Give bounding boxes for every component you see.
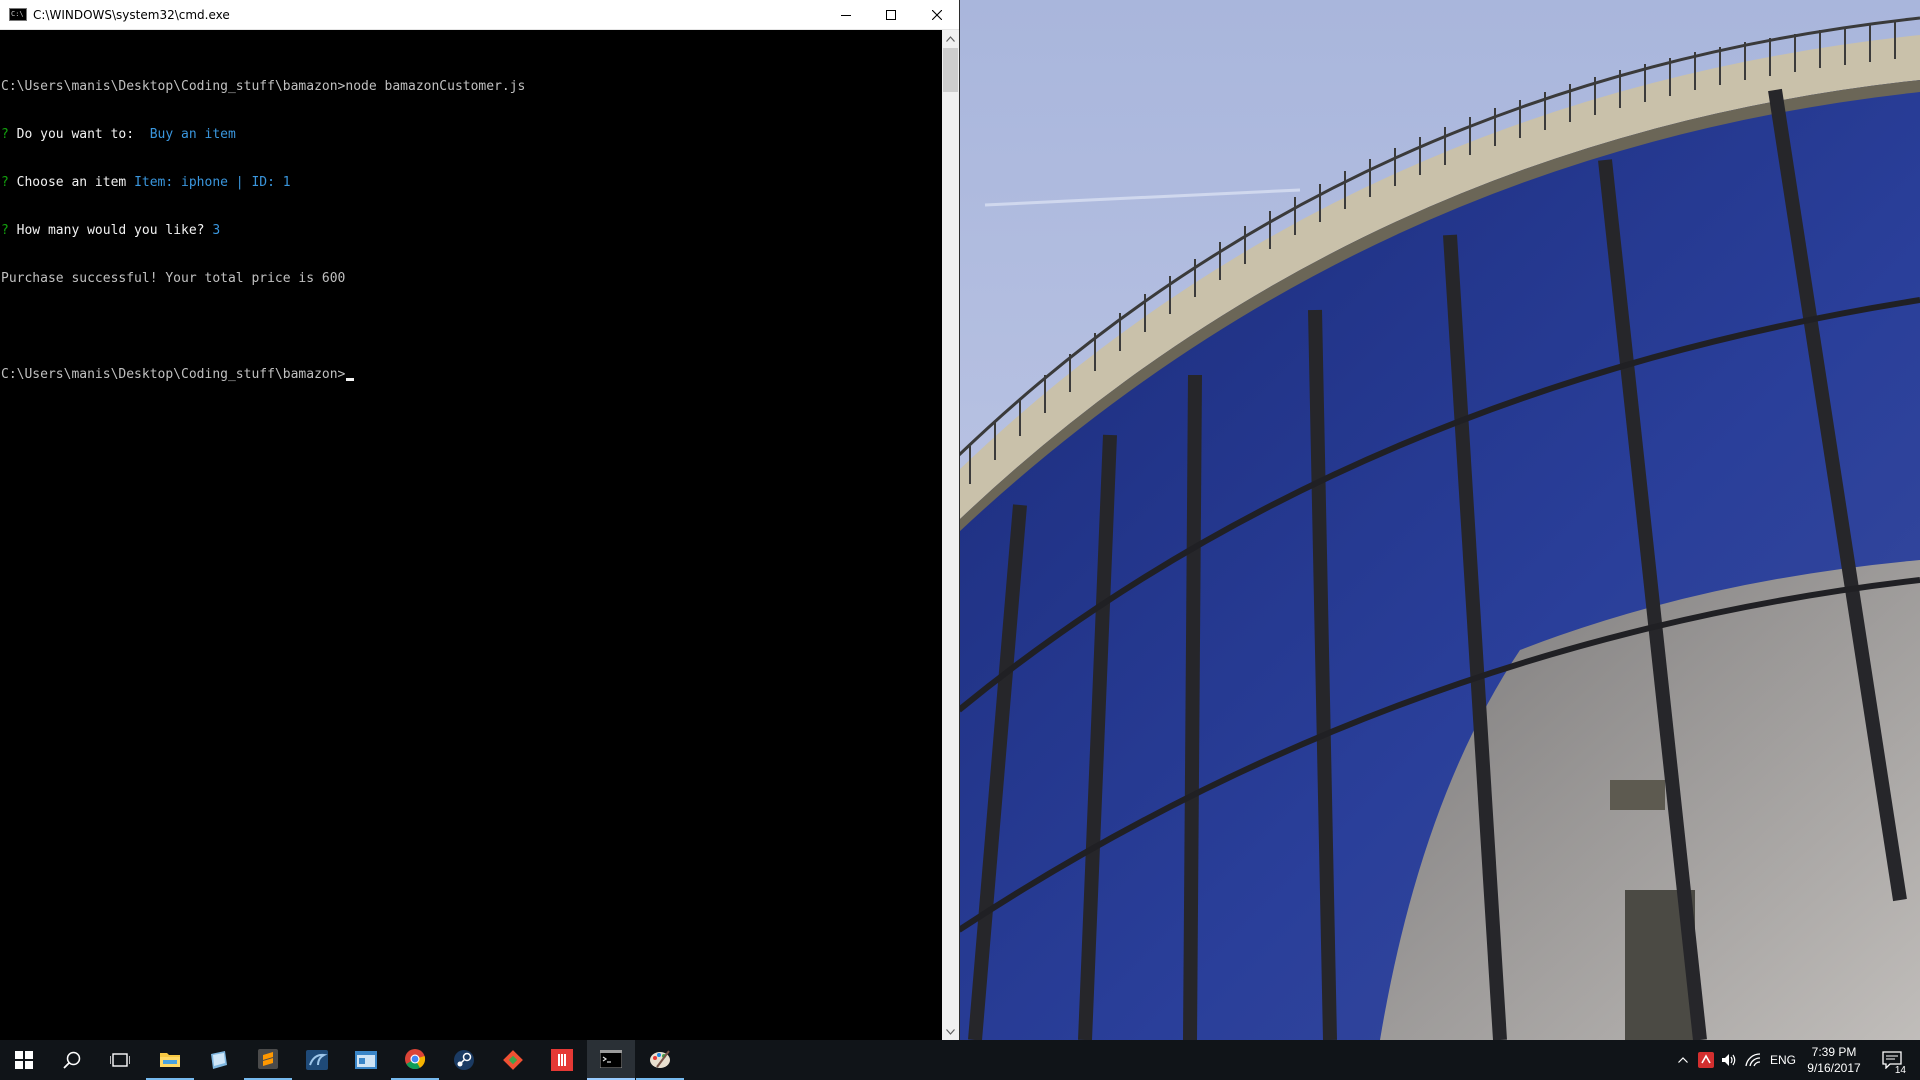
question-mark: ? bbox=[1, 175, 9, 190]
red-app-icon bbox=[551, 1049, 573, 1071]
taskbar-app-window[interactable] bbox=[342, 1040, 390, 1080]
taskbar-git[interactable] bbox=[489, 1040, 537, 1080]
taskbar-app-red[interactable] bbox=[538, 1040, 586, 1080]
question-answer: Item: iphone | ID: 1 bbox=[134, 175, 291, 190]
taskbar-app-paint[interactable] bbox=[636, 1040, 684, 1080]
scroll-up-button[interactable] bbox=[942, 30, 959, 47]
question-answer: Buy an item bbox=[141, 127, 236, 142]
taskbar-file-explorer[interactable] bbox=[146, 1040, 194, 1080]
palette-icon bbox=[650, 1050, 670, 1068]
task-view-button[interactable] bbox=[96, 1040, 144, 1080]
steam-icon bbox=[454, 1050, 474, 1070]
taskbar-mysql-workbench[interactable] bbox=[293, 1040, 341, 1080]
chevron-up-icon bbox=[946, 35, 955, 42]
cmd-icon bbox=[600, 1050, 622, 1068]
folder-icon bbox=[160, 1053, 180, 1067]
start-button[interactable] bbox=[0, 1040, 48, 1080]
sublime-icon bbox=[258, 1049, 278, 1069]
action-center-button[interactable]: 14 bbox=[1872, 1040, 1912, 1080]
notification-count: 14 bbox=[1894, 1065, 1906, 1076]
chevron-up-icon bbox=[1678, 1057, 1688, 1063]
console-line: Purchase successful! Your total price is… bbox=[0, 271, 942, 287]
cmd-icon: C:\ bbox=[9, 8, 27, 21]
result-text: Purchase successful! Your total price is… bbox=[1, 271, 346, 286]
scroll-down-button[interactable] bbox=[942, 1023, 959, 1040]
maximize-button[interactable] bbox=[868, 0, 913, 30]
network-button[interactable] bbox=[1742, 1040, 1764, 1080]
question-label: How many would you like? bbox=[16, 223, 213, 238]
chevron-down-icon bbox=[946, 1028, 955, 1035]
wifi-icon bbox=[1745, 1053, 1761, 1067]
clock[interactable]: 7:39 PM 9/16/2017 bbox=[1800, 1040, 1868, 1080]
console-line: C:\Users\manis\Desktop\Coding_stuff\bama… bbox=[0, 367, 942, 383]
git-icon bbox=[503, 1050, 523, 1070]
question-mark: ? bbox=[1, 127, 9, 142]
final-prompt: C:\Users\manis\Desktop\Coding_stuff\bama… bbox=[1, 367, 346, 382]
dolphin-icon bbox=[306, 1050, 328, 1070]
language-indicator[interactable]: ENG bbox=[1766, 1040, 1800, 1080]
search-icon bbox=[63, 1051, 81, 1069]
taskbar: ENG 7:39 PM 9/16/2017 14 bbox=[0, 1040, 1920, 1080]
console-line: ? Choose an item Item: iphone | ID: 1 bbox=[0, 175, 942, 191]
taskbar-app-notebook[interactable] bbox=[195, 1040, 243, 1080]
maximize-icon bbox=[885, 10, 896, 20]
window-title: C:\WINDOWS\system32\cmd.exe bbox=[33, 7, 230, 22]
console-output[interactable]: C:\Users\manis\Desktop\Coding_stuff\bama… bbox=[0, 30, 942, 1040]
clock-time: 7:39 PM bbox=[1811, 1045, 1857, 1059]
shield-alert-icon bbox=[1698, 1052, 1714, 1068]
console-line: ? Do you want to: Buy an item bbox=[0, 127, 942, 143]
windows-logo-icon bbox=[15, 1051, 33, 1069]
speaker-icon bbox=[1722, 1054, 1736, 1066]
close-button[interactable] bbox=[914, 0, 959, 30]
vertical-scrollbar[interactable] bbox=[942, 30, 959, 1040]
minimize-button[interactable] bbox=[823, 0, 868, 30]
taskbar-command-prompt[interactable] bbox=[587, 1040, 635, 1080]
question-answer: 3 bbox=[212, 223, 221, 238]
question-label: Choose an item bbox=[16, 175, 135, 190]
chrome-icon bbox=[405, 1049, 426, 1070]
question-label: Do you want to: bbox=[16, 127, 142, 142]
taskbar-chrome[interactable] bbox=[391, 1040, 439, 1080]
taskbar-steam[interactable] bbox=[440, 1040, 488, 1080]
console-line: ? How many would you like? 3 bbox=[0, 223, 942, 239]
command-text: node bamazonCustomer.js bbox=[345, 79, 526, 94]
cmd-window[interactable]: C:\ C:\WINDOWS\system32\cmd.exe C:\Users… bbox=[0, 0, 960, 1040]
clock-date: 9/16/2017 bbox=[1807, 1061, 1861, 1075]
taskbar-sublime-text[interactable] bbox=[244, 1040, 292, 1080]
close-icon bbox=[931, 10, 942, 20]
console-line: C:\Users\manis\Desktop\Coding_stuff\bama… bbox=[0, 79, 942, 95]
title-bar[interactable]: C:\ C:\WINDOWS\system32\cmd.exe bbox=[0, 0, 959, 30]
prompt-path: C:\Users\manis\Desktop\Coding_stuff\bama… bbox=[1, 79, 346, 94]
minimize-icon bbox=[840, 15, 851, 16]
window-app-icon bbox=[355, 1051, 377, 1069]
search-button[interactable] bbox=[48, 1040, 96, 1080]
tray-security-app[interactable] bbox=[1696, 1040, 1716, 1080]
notebook-icon bbox=[211, 1051, 227, 1069]
text-cursor bbox=[346, 378, 355, 381]
task-view-icon bbox=[110, 1053, 130, 1067]
show-hidden-icons-button[interactable] bbox=[1672, 1040, 1694, 1080]
volume-button[interactable] bbox=[1718, 1040, 1740, 1080]
question-mark: ? bbox=[1, 223, 9, 238]
scroll-thumb[interactable] bbox=[943, 48, 958, 92]
